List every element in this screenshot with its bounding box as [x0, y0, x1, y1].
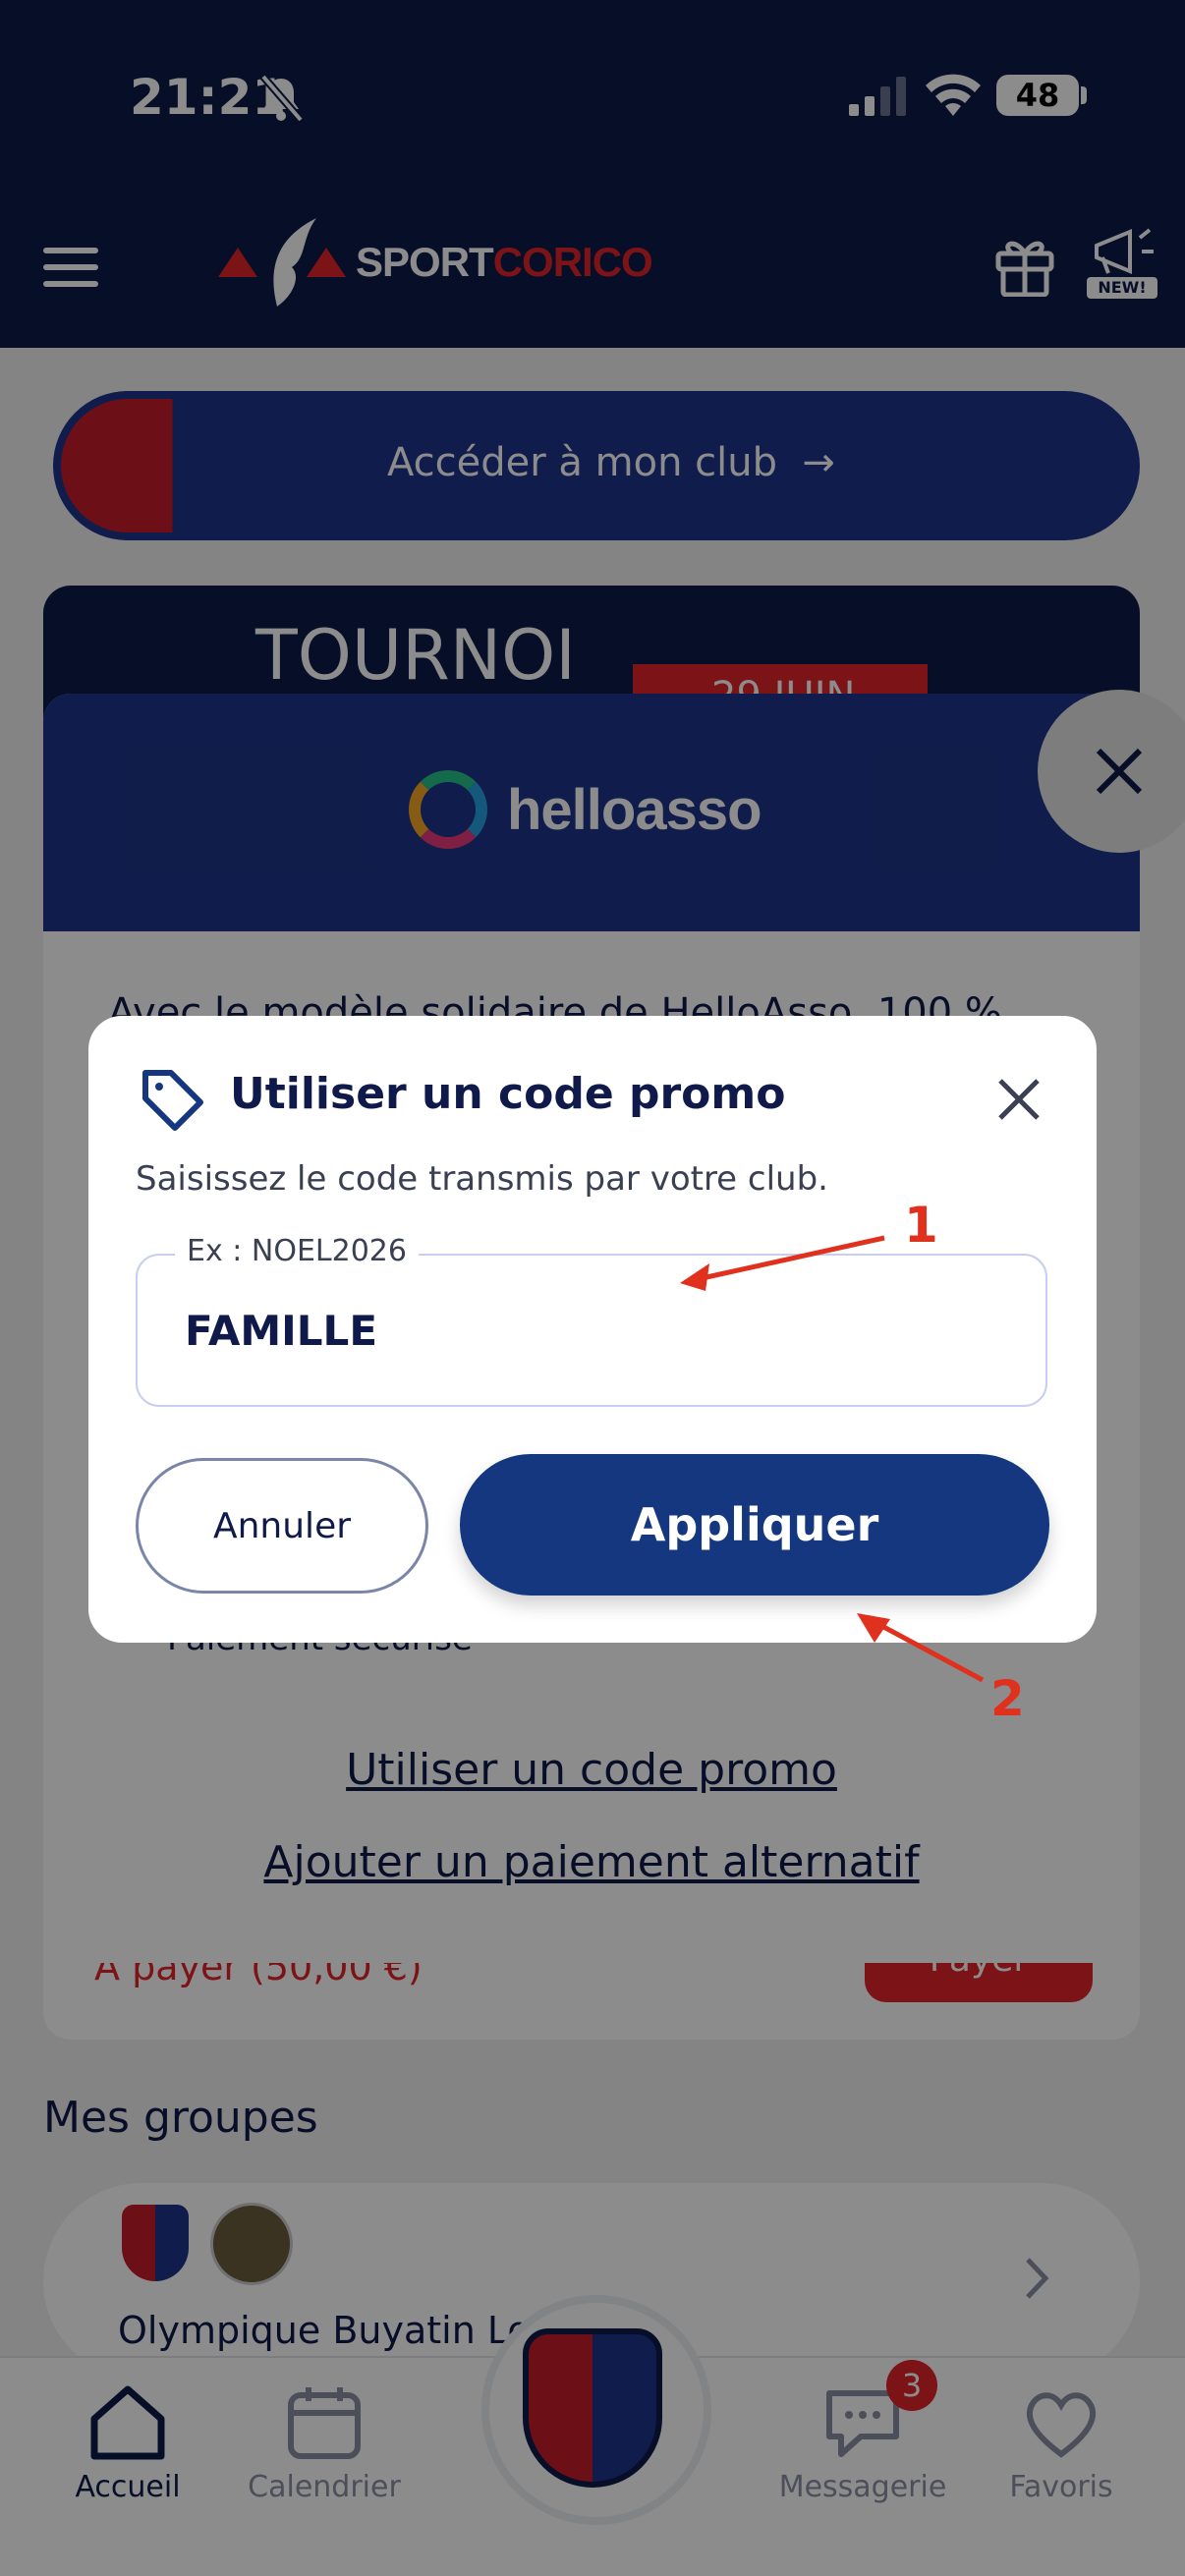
promo-code-field-label: Ex : NOEL2026 [175, 1234, 419, 1268]
dialog-title: Utiliser un code promo [230, 1069, 786, 1119]
promo-code-dialog: Utiliser un code promo Saisissez le code… [88, 1016, 1097, 1643]
dialog-subtitle: Saisissez le code transmis par votre clu… [136, 1159, 828, 1199]
apply-button[interactable]: Appliquer [460, 1454, 1049, 1596]
annotation-label-2: 2 [990, 1670, 1025, 1727]
tag-icon [142, 1070, 203, 1131]
annotation-label-1: 1 [904, 1197, 938, 1254]
close-icon[interactable] [994, 1075, 1044, 1124]
promo-code-field[interactable]: Ex : NOEL2026 [136, 1234, 1047, 1407]
promo-code-input[interactable] [185, 1299, 990, 1362]
cancel-button[interactable]: Annuler [136, 1458, 428, 1594]
